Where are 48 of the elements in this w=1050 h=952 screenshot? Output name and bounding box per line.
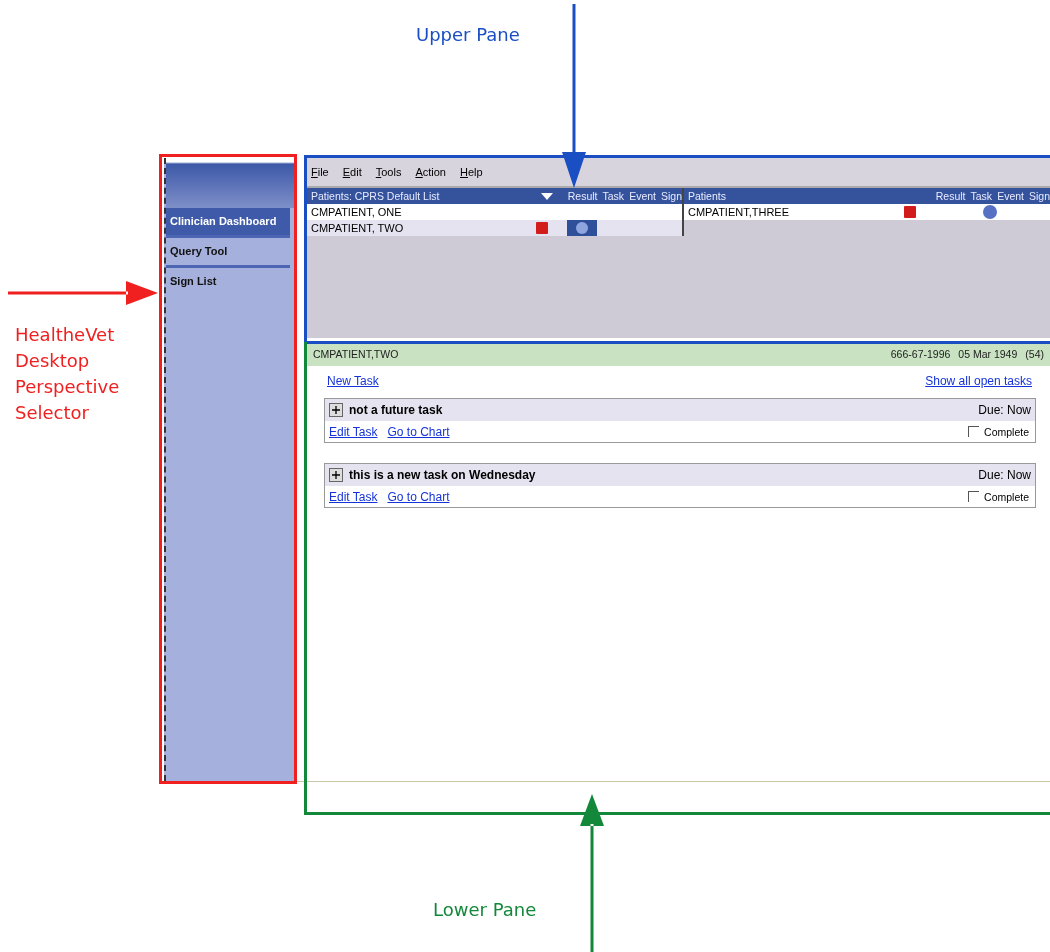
dropdown-icon[interactable] bbox=[540, 192, 553, 200]
patient-name: CMPATIENT, ONE bbox=[311, 206, 403, 218]
callout-label: Upper Pane bbox=[416, 24, 520, 45]
callout-label: HealtheVet Desktop Perspective Selector bbox=[15, 323, 121, 425]
patient-row[interactable]: CMPATIENT,THREE bbox=[684, 204, 1050, 220]
patient-ssn: 666-67-1996 bbox=[890, 348, 951, 360]
list-title: Patients: CPRS Default List bbox=[311, 190, 441, 202]
expand-icon[interactable] bbox=[329, 468, 343, 482]
column-header: Sign bbox=[1029, 190, 1050, 202]
due-label: Due: Now bbox=[978, 468, 1031, 482]
task-title: not a future task bbox=[349, 403, 443, 417]
patient-row[interactable]: CMPATIENT, ONE bbox=[307, 204, 682, 220]
menu-item[interactable]: Help bbox=[460, 166, 483, 178]
perspective-item[interactable]: Sign List bbox=[166, 268, 290, 295]
checkbox-label: Complete bbox=[984, 425, 1029, 438]
perspective-item[interactable]: Query Tool bbox=[166, 238, 290, 268]
new-task-link[interactable]: New Task bbox=[327, 374, 379, 388]
task-link[interactable]: Go to Chart bbox=[387, 489, 450, 504]
menu-item[interactable]: Edit bbox=[342, 166, 362, 178]
menu-item[interactable]: File bbox=[311, 166, 329, 178]
column-header: Task bbox=[602, 190, 625, 202]
patient-age: (54) bbox=[1025, 348, 1044, 360]
patient-dob: 05 Mar 1949 bbox=[958, 348, 1018, 360]
complete-checkbox[interactable] bbox=[968, 491, 980, 502]
task-link[interactable]: Go to Chart bbox=[387, 424, 450, 439]
column-header: Task bbox=[970, 190, 993, 202]
expand-icon[interactable] bbox=[329, 403, 343, 417]
checkbox-label: Complete bbox=[984, 490, 1029, 503]
complete-checkbox[interactable] bbox=[968, 426, 980, 437]
column-header: Result bbox=[935, 190, 966, 202]
patient-name: CMPATIENT,TWO bbox=[313, 348, 399, 360]
callout-label: Lower Pane bbox=[433, 899, 537, 920]
column-header: Result bbox=[567, 190, 598, 202]
perspective-item[interactable]: Clinician Dashboard bbox=[166, 208, 290, 238]
task-title: this is a new task on Wednesday bbox=[349, 468, 536, 482]
column-header: Event bbox=[997, 190, 1024, 202]
patient-row[interactable]: CMPATIENT, TWO bbox=[307, 220, 682, 236]
task-link[interactable]: Edit Task bbox=[329, 489, 378, 504]
show-all-tasks-link[interactable]: Show all open tasks bbox=[925, 374, 1032, 388]
patient-name: CMPATIENT, TWO bbox=[311, 222, 405, 234]
menu-item[interactable]: Action bbox=[415, 166, 446, 178]
task-link[interactable]: Edit Task bbox=[329, 424, 378, 439]
list-title: Patients bbox=[688, 190, 727, 202]
column-header: Event bbox=[629, 190, 656, 202]
column-header: Sign bbox=[661, 190, 682, 202]
menu-item[interactable]: Tools bbox=[375, 166, 402, 178]
due-label: Due: Now bbox=[978, 403, 1031, 417]
patient-name: CMPATIENT,THREE bbox=[688, 206, 791, 218]
